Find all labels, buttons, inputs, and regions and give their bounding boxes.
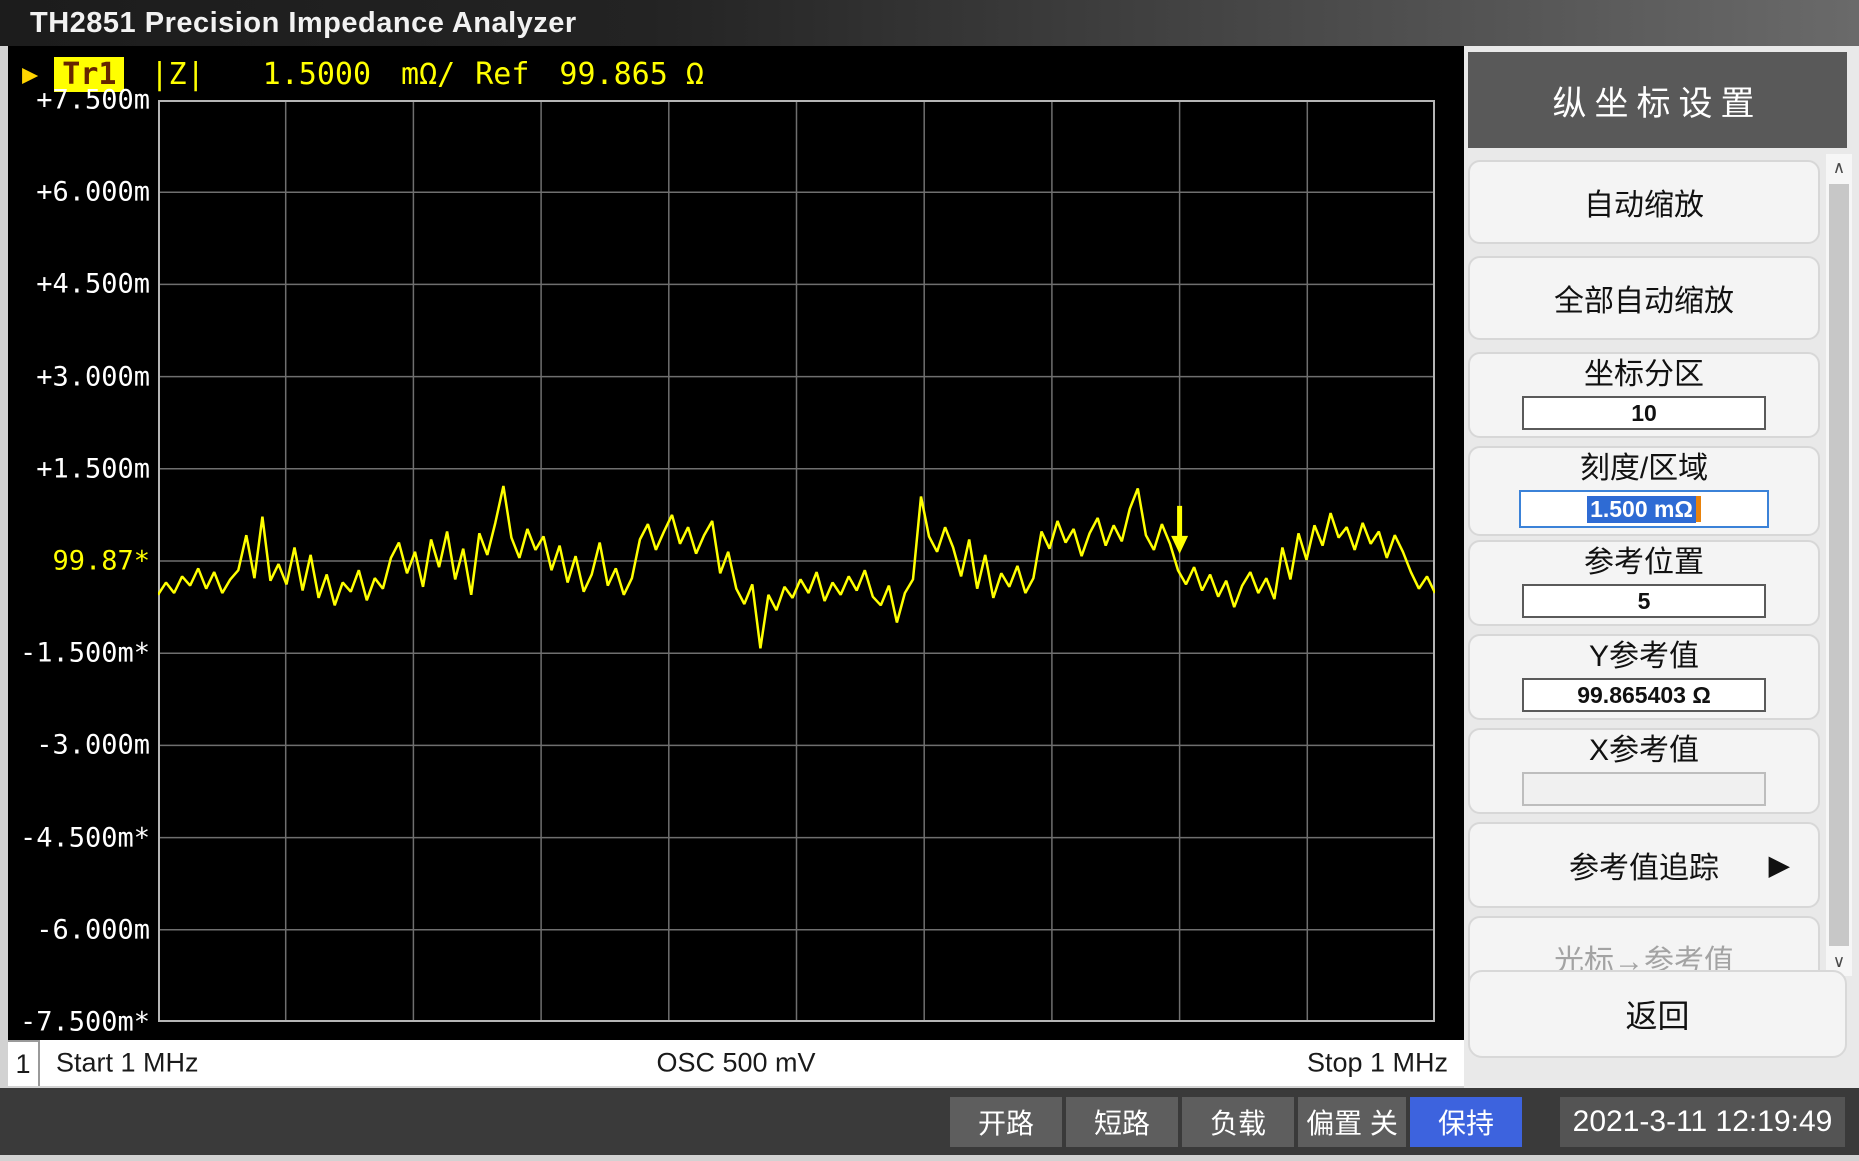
divisions-panel[interactable]: 坐标分区 10 <box>1468 352 1820 438</box>
y-axis-labels: +7.500m+6.000m+4.500m+3.000m+1.500m99.87… <box>8 100 152 1022</box>
channel-number: 1 <box>8 1040 40 1086</box>
y-axis-label: +3.000m <box>36 361 150 392</box>
y-axis-label: +7.500m <box>36 85 150 116</box>
trace-ref-word: Ref <box>475 57 529 92</box>
trace-scale-unit: mΩ/ <box>401 57 455 92</box>
window-title: TH2851 Precision Impedance Analyzer <box>30 7 577 40</box>
divisions-label: 坐标分区 <box>1470 358 1818 392</box>
ref-tracking-label: 参考值追踪 <box>1569 843 1719 887</box>
impedance-plot <box>158 100 1435 1022</box>
auto-scale-button[interactable]: 自动缩放 <box>1468 160 1820 244</box>
menu-title: 纵坐标设置 <box>1468 52 1847 148</box>
sweep-stop-label: Stop 1 MHz <box>1307 1048 1448 1079</box>
softkey-menu: 纵坐标设置 自动缩放 全部自动缩放 坐标分区 10 刻度/区域 1.500 mΩ… <box>1464 46 1859 1088</box>
x-ref-label: X参考值 <box>1470 734 1818 768</box>
auto-scale-all-label: 全部自动缩放 <box>1554 276 1734 320</box>
scrollbar-track[interactable] <box>1829 184 1849 946</box>
y-axis-label: -4.500m* <box>20 822 150 853</box>
menu-scrollbar[interactable]: ∧ ∨ <box>1826 154 1852 976</box>
measurement-display: ▶ Tr1 |Z| 1.5000 mΩ/ Ref 99.865 Ω +7.500… <box>8 46 1464 1040</box>
scale-per-div-panel[interactable]: 刻度/区域 1.500 mΩ <box>1468 446 1820 536</box>
y-axis-label: -1.500m* <box>20 638 150 669</box>
load-correction-button[interactable]: 负载 <box>1182 1097 1294 1147</box>
y-axis-label: -3.000m <box>36 730 150 761</box>
trace-marker-arrow-icon <box>1171 506 1188 554</box>
y-axis-label: +1.500m <box>36 453 150 484</box>
y-ref-input[interactable]: 99.865403 Ω <box>1522 678 1766 712</box>
y-ref-panel[interactable]: Y参考值 99.865403 Ω <box>1468 634 1820 720</box>
x-ref-panel[interactable]: X参考值 <box>1468 728 1820 814</box>
short-correction-button[interactable]: 短路 <box>1066 1097 1178 1147</box>
scroll-up-icon[interactable]: ∧ <box>1826 154 1852 182</box>
selected-text: 1.500 mΩ <box>1587 496 1696 523</box>
auto-scale-label: 自动缩放 <box>1584 180 1704 224</box>
back-button[interactable]: 返回 <box>1468 970 1847 1058</box>
sweep-status-strip: 1 Start 1 MHz OSC 500 mV Stop 1 MHz <box>8 1040 1464 1086</box>
osc-level-label: OSC 500 mV <box>656 1048 815 1079</box>
ref-position-label: 参考位置 <box>1470 546 1818 580</box>
scale-per-div-label: 刻度/区域 <box>1470 452 1818 486</box>
scale-per-div-input[interactable]: 1.500 mΩ <box>1519 490 1769 528</box>
submenu-arrow-icon: ▶ <box>1768 849 1790 882</box>
title-bar: TH2851 Precision Impedance Analyzer <box>0 0 1859 46</box>
text-caret <box>1696 496 1701 522</box>
ref-position-panel[interactable]: 参考位置 5 <box>1468 540 1820 626</box>
y-axis-label: -6.000m <box>36 914 150 945</box>
scrollbar-thumb[interactable] <box>1829 184 1849 946</box>
y-axis-label: +4.500m <box>36 269 150 300</box>
bias-off-button[interactable]: 偏置 关 <box>1298 1097 1406 1147</box>
y-axis-label: +6.000m <box>36 177 150 208</box>
ref-position-input[interactable]: 5 <box>1522 584 1766 618</box>
y-axis-label: -7.500m* <box>20 1007 150 1038</box>
hold-button[interactable]: 保持 <box>1410 1097 1522 1147</box>
y-axis-label: 99.87* <box>52 546 150 577</box>
open-correction-button[interactable]: 开路 <box>950 1097 1062 1147</box>
divisions-input[interactable]: 10 <box>1522 396 1766 430</box>
ref-tracking-button[interactable]: 参考值追踪 ▶ <box>1468 822 1820 908</box>
auto-scale-all-button[interactable]: 全部自动缩放 <box>1468 256 1820 340</box>
back-label: 返回 <box>1625 991 1689 1037</box>
trace-ref-value: 99.865 Ω <box>559 57 704 92</box>
y-ref-label: Y参考值 <box>1470 640 1818 674</box>
trace-parameter: |Z| <box>150 57 204 92</box>
correction-status-bar: 开路 短路 负载 偏置 关 保持 2021-3-11 12:19:49 <box>0 1088 1859 1155</box>
clock: 2021-3-11 12:19:49 <box>1560 1097 1845 1147</box>
sweep-start-label: Start 1 MHz <box>56 1048 199 1079</box>
x-ref-input[interactable] <box>1522 772 1766 806</box>
trace-scale-value: 1.5000 <box>263 57 371 92</box>
analyzer-screen: TH2851 Precision Impedance Analyzer ▶ Tr… <box>0 0 1859 1161</box>
